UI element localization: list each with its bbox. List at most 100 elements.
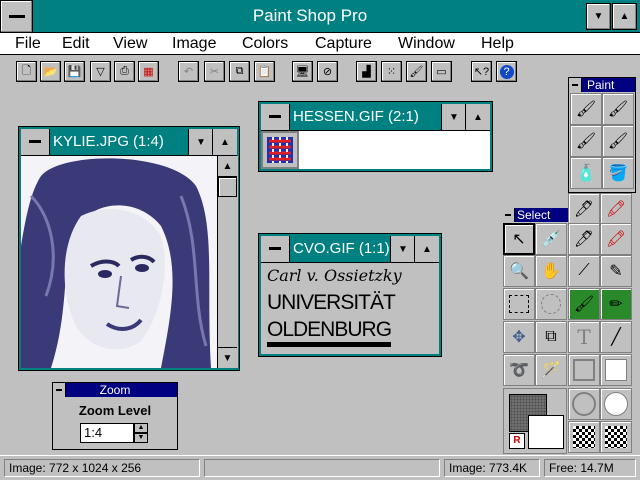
menu-file[interactable]: File: [15, 35, 41, 53]
hessen-minimize-button[interactable]: ▼: [441, 104, 466, 130]
menu-window[interactable]: Window: [398, 35, 455, 53]
kylie-image-window[interactable]: KYLIE.JPG (1:4) ▼ ▲ ▲ ▼: [18, 126, 240, 371]
zoom-increase-button[interactable]: ▲: [134, 423, 148, 433]
system-menu-button[interactable]: [0, 0, 33, 33]
ellipse-select-tool[interactable]: [535, 288, 567, 320]
kylie-canvas[interactable]: [21, 156, 217, 368]
kylie-vertical-scrollbar[interactable]: ▲ ▼: [217, 156, 238, 368]
system-menu-icon: [8, 15, 25, 18]
paint-palette-title-bar[interactable]: Paint: [569, 78, 635, 92]
minimize-button[interactable]: ▼: [586, 3, 611, 30]
line-tool[interactable]: ╱: [600, 321, 632, 353]
help-pointer-button[interactable]: ↖?: [471, 61, 492, 82]
print-button[interactable]: ⎙: [114, 61, 135, 82]
menu-colors[interactable]: Colors: [242, 35, 288, 53]
background-color-swatch[interactable]: [528, 415, 564, 449]
paint-bucket-icon: 🪣: [608, 165, 628, 182]
magic-wand-tool[interactable]: 🪄: [535, 354, 567, 386]
toolbar-toggle-button[interactable]: ▭: [431, 61, 452, 82]
reset-colors-icon[interactable]: R: [509, 433, 525, 449]
hessen-system-menu[interactable]: [261, 104, 290, 130]
flood-fill-tool[interactable]: 🪣: [602, 157, 634, 189]
cvo-system-menu[interactable]: [261, 236, 290, 262]
cvo-title-bar[interactable]: CVO.GIF (1:1) ▼ ▲: [261, 236, 439, 263]
menu-edit[interactable]: Edit: [62, 35, 90, 53]
palette-button[interactable]: ▦: [138, 61, 159, 82]
filled-ellipse-tool[interactable]: [600, 388, 632, 420]
menu-view[interactable]: View: [113, 35, 147, 53]
hessen-image-window[interactable]: HESSEN.GIF (2:1) ▼ ▲: [258, 101, 493, 172]
scroll-up-button[interactable]: ▲: [218, 156, 237, 177]
kylie-system-menu[interactable]: [21, 129, 50, 155]
paint-toggle-button[interactable]: 🖌: [406, 61, 427, 82]
paint-system-menu[interactable]: [569, 78, 582, 92]
status-image-dimensions: Image: 772 x 1024 x 256: [4, 459, 200, 477]
hessen-canvas[interactable]: [261, 131, 490, 169]
cut-button[interactable]: ✂: [204, 61, 225, 82]
menu-image[interactable]: Image: [172, 35, 216, 53]
chalk-tool[interactable]: 🖍: [600, 223, 632, 255]
hessen-title-bar[interactable]: HESSEN.GIF (2:1) ▼ ▲: [261, 104, 490, 131]
pattern-brush-tool[interactable]: [600, 421, 632, 453]
select-palette-title-bar[interactable]: Select: [502, 208, 569, 222]
scroll-down-button[interactable]: ▼: [218, 347, 237, 368]
deformation-tool[interactable]: ✥: [503, 321, 535, 353]
undo-button[interactable]: ↶: [178, 61, 199, 82]
filled-rectangle-tool[interactable]: [600, 354, 632, 386]
kylie-title-bar[interactable]: KYLIE.JPG (1:4) ▼ ▲: [21, 129, 237, 156]
copy-button[interactable]: ⧉: [229, 61, 250, 82]
rectangle-shape-tool[interactable]: [568, 354, 600, 386]
select-system-menu[interactable]: [502, 208, 515, 222]
zoom-title-bar[interactable]: Zoom: [53, 383, 177, 397]
pattern-fill-tool[interactable]: [568, 421, 600, 453]
help-button[interactable]: ?: [496, 61, 517, 82]
lasso-tool[interactable]: ➰: [503, 354, 535, 386]
airbrush-icon: 🧴: [576, 165, 596, 182]
clone-select-tool[interactable]: ⧉: [535, 321, 567, 353]
open-button[interactable]: 📂: [40, 61, 61, 82]
save-button[interactable]: 💾: [64, 61, 85, 82]
hessen-maximize-button[interactable]: ▲: [465, 104, 490, 130]
color-swatch-panel[interactable]: R: [503, 388, 567, 454]
menu-capture[interactable]: Capture: [315, 35, 372, 53]
ellipse-shape-tool[interactable]: [568, 388, 600, 420]
crayon-tool[interactable]: 🖊: [568, 223, 600, 255]
scroll-thumb[interactable]: [218, 177, 237, 197]
zoom-tool[interactable]: 🔍: [503, 255, 535, 287]
scratch-remover-icon: ✎: [609, 263, 623, 280]
paintbrush-tool[interactable]: 🖌: [570, 93, 602, 125]
cvo-canvas[interactable]: Carl v. Ossietzky UNIVERSITÄT OLDENBURG: [261, 263, 439, 354]
retouch-tool[interactable]: 🖌: [602, 125, 634, 157]
cvo-image-window[interactable]: CVO.GIF (1:1) ▼ ▲ Carl v. Ossietzky UNIV…: [258, 233, 442, 357]
text-tool[interactable]: T: [568, 321, 600, 353]
histogram-button[interactable]: ▟: [356, 61, 377, 82]
menu-help[interactable]: Help: [481, 35, 514, 53]
pen-tool[interactable]: 🖊: [568, 193, 600, 225]
marker-tool[interactable]: 🖍: [600, 193, 632, 225]
scratch-remover-tool[interactable]: ✎: [600, 255, 632, 287]
pencil-green-tool[interactable]: ✏: [600, 288, 632, 320]
maximize-button[interactable]: ▲: [612, 3, 637, 30]
color-replacer-tool[interactable]: 🖌: [570, 125, 602, 157]
arrow-tool[interactable]: ↖: [503, 223, 535, 255]
rectangle-select-tool[interactable]: [503, 288, 535, 320]
airbrush-tool[interactable]: 🧴: [570, 157, 602, 189]
zoom-level-input[interactable]: 1:4: [80, 423, 134, 443]
filter-button[interactable]: ▽: [90, 61, 111, 82]
eraser-tool[interactable]: ⟋: [568, 255, 600, 287]
cvo-minimize-button[interactable]: ▼: [390, 236, 415, 262]
zoom-decrease-button[interactable]: ▼: [134, 433, 148, 443]
kylie-maximize-button[interactable]: ▲: [212, 129, 237, 155]
no-capture-button[interactable]: ⊘: [317, 61, 338, 82]
paste-button[interactable]: 📋: [254, 61, 275, 82]
brush-green-tool[interactable]: 🖌: [568, 288, 600, 320]
new-button[interactable]: 🗋: [16, 61, 37, 82]
mover-tool[interactable]: ✋: [535, 255, 567, 287]
grid-button[interactable]: ⁙: [381, 61, 402, 82]
eraser-icon: ⟋: [578, 262, 590, 279]
clone-brush-tool[interactable]: 🖌: [602, 93, 634, 125]
cvo-maximize-button[interactable]: ▲: [414, 236, 439, 262]
kylie-minimize-button[interactable]: ▼: [188, 129, 213, 155]
capture-button[interactable]: 🖥: [292, 61, 313, 82]
dropper-tool[interactable]: 💉: [535, 223, 567, 255]
